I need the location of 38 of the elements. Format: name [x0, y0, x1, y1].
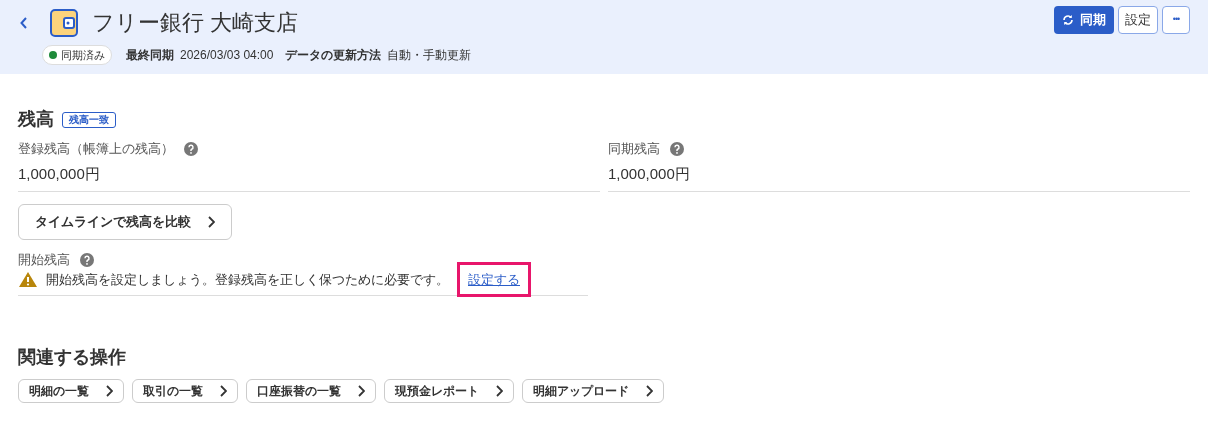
settings-button[interactable]: 設定 [1118, 6, 1158, 34]
refresh-icon [1062, 14, 1074, 26]
compare-timeline-button[interactable]: タイムラインで残高を比較 [18, 204, 232, 240]
related-action-button[interactable]: 明細の一覧 [18, 379, 124, 403]
back-icon[interactable] [20, 16, 28, 29]
chevron-right-icon [219, 385, 227, 397]
related-action-button[interactable]: 口座振替の一覧 [246, 379, 376, 403]
help-icon [80, 252, 94, 267]
warning-message: 開始残高を設定しましょう。登録残高を正しく保つために必要です。 [46, 270, 449, 289]
help-icon [670, 141, 684, 156]
chevron-right-icon [495, 385, 503, 397]
warning-icon [18, 270, 38, 288]
meta-label: 最終同期 [126, 47, 174, 64]
meta-value: 2026/03/03 04:00 [180, 47, 274, 64]
meta-value: 自動・手動更新 [387, 47, 472, 64]
wallet-icon [50, 8, 78, 37]
chevron-right-icon [207, 216, 215, 228]
chevron-right-icon [645, 385, 653, 397]
more-button[interactable]: ••• [1162, 6, 1190, 34]
section-title: 残高 [18, 108, 54, 131]
related-action-button[interactable]: 現預金レポート [384, 379, 514, 403]
section-title: 関連する操作 [18, 346, 127, 369]
balance-match-badge: 残高一致 [62, 111, 116, 128]
chevron-right-icon [357, 385, 365, 397]
field-label: 同期残高 [608, 140, 660, 158]
chevron-right-icon [105, 385, 113, 397]
field-label: 開始残高 [18, 251, 70, 269]
status-badge: 同期済み [42, 45, 112, 65]
field-value: 1,000,000円 [608, 163, 691, 184]
field-value: 1,000,000円 [18, 163, 101, 184]
sync-button[interactable]: 同期 [1054, 6, 1114, 34]
page-title: フリー銀行 大崎支店 [92, 9, 299, 37]
field-label: 登録残高（帳簿上の残高） [18, 140, 174, 158]
set-link[interactable]: 設定する [457, 261, 531, 297]
help-icon [184, 141, 198, 156]
related-action-button[interactable]: 明細アップロード [522, 379, 664, 403]
related-action-button[interactable]: 取引の一覧 [132, 379, 238, 403]
meta-label: データの更新方法 [285, 47, 382, 64]
